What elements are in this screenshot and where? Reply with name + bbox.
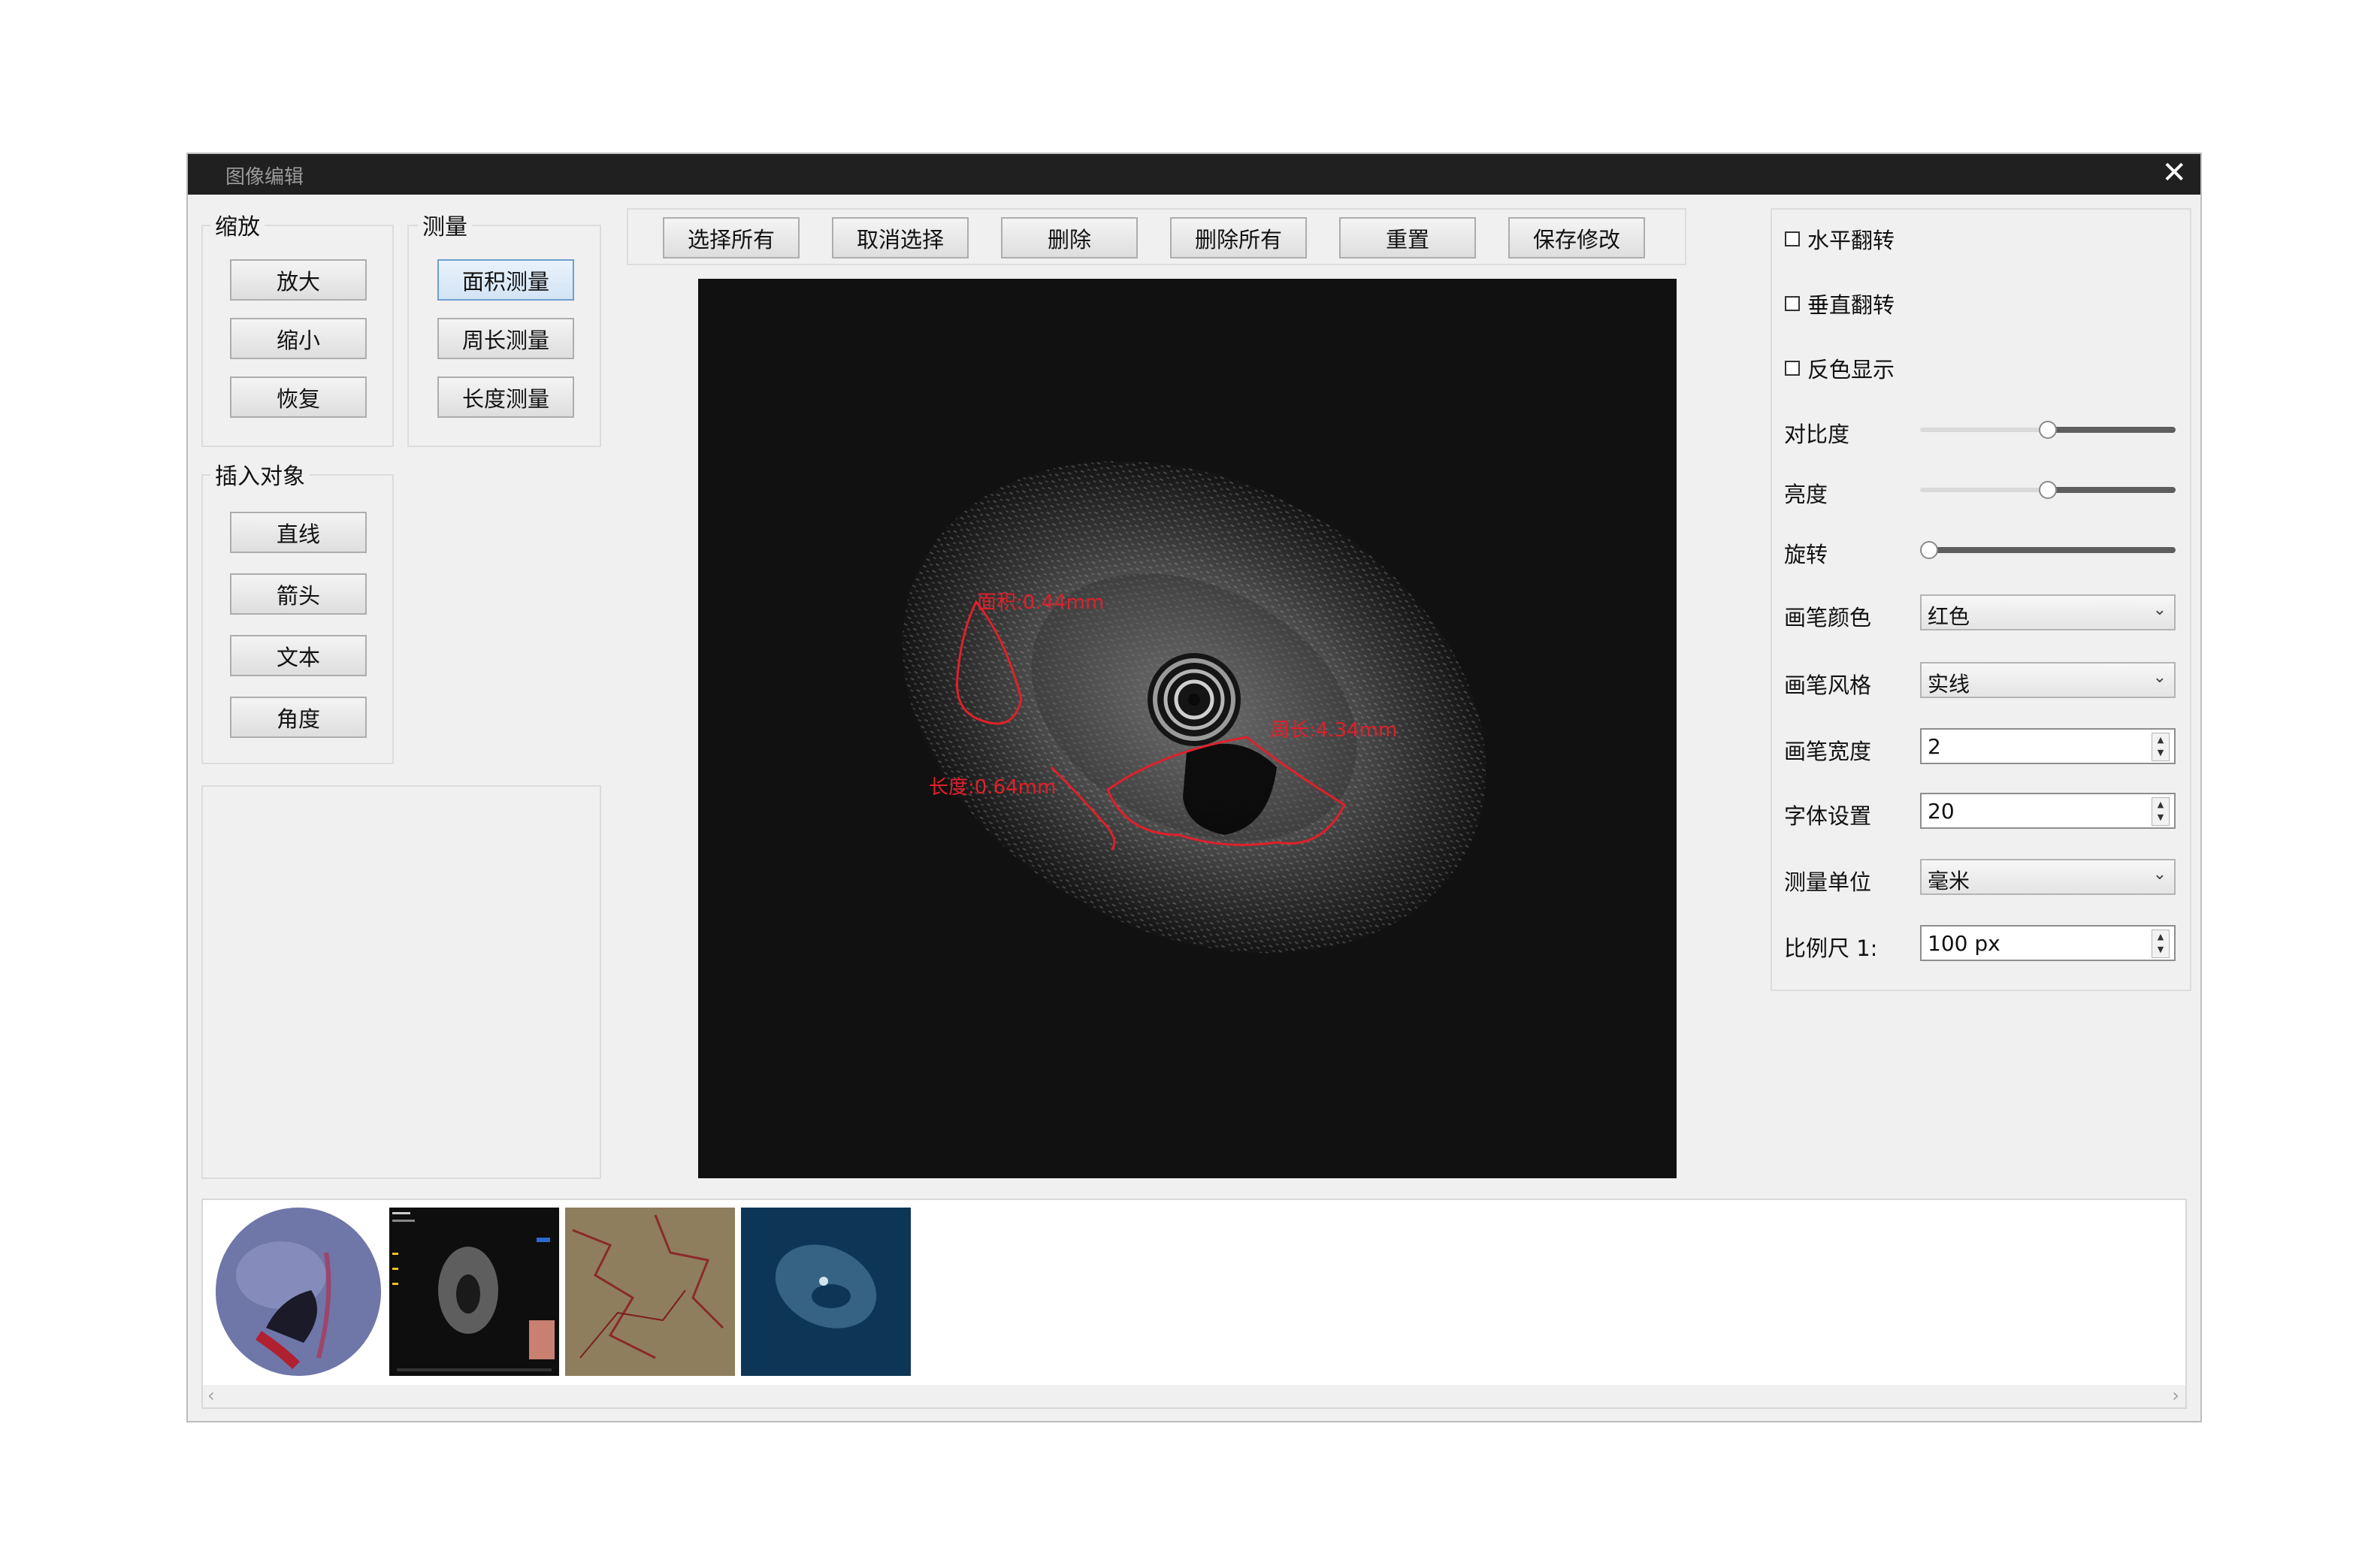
brightness-slider[interactable] — [1920, 479, 2176, 501]
pen-width-label: 画笔宽度 — [1784, 739, 1872, 764]
measure-unit-select[interactable]: 毫米 ⌄ — [1920, 859, 2176, 895]
insert-angle-button[interactable]: 角度 — [230, 697, 367, 738]
pen-color-label: 画笔颜色 — [1784, 605, 1872, 630]
length-annotation-label: 长度:0.64mm — [929, 776, 1057, 799]
measure-group-label: 测量 — [418, 208, 472, 241]
flip-vertical-label: 垂直翻转 — [1807, 292, 1895, 318]
horizontal-scrollbar[interactable]: ‹ › — [203, 1385, 2185, 1407]
close-icon[interactable]: ✕ — [2161, 156, 2187, 190]
chevron-down-icon: ⌄ — [2152, 600, 2167, 619]
thumbnail-endoscopy[interactable] — [213, 1208, 383, 1376]
pen-style-label: 画笔风格 — [1784, 673, 1872, 698]
area-annotation-label: 面积:0.44mm — [977, 591, 1105, 614]
pen-style-value: 实线 — [1928, 672, 1970, 697]
title-bar: 图像编辑 ✕ — [188, 154, 2200, 195]
thumbnail-strip: ‹ › — [201, 1199, 2187, 1409]
deselect-button[interactable]: 取消选择 — [832, 217, 969, 258]
rotation-slider[interactable] — [1920, 539, 2176, 561]
chevron-down-icon: ⌄ — [2152, 668, 2167, 687]
pen-color-value: 红色 — [1928, 604, 1970, 629]
font-size-value: 20 — [1928, 799, 1955, 824]
endoscopy-thumbnail-image — [213, 1208, 383, 1376]
ultrasound-blue-thumbnail-image — [741, 1208, 911, 1376]
insert-line-button[interactable]: 直线 — [230, 512, 367, 553]
perimeter-annotation-label: 周长:4.34mm — [1270, 719, 1398, 742]
spin-arrows-icon[interactable]: ▲ ▼ — [2152, 930, 2170, 958]
rotation-slider-thumb[interactable] — [1920, 541, 1938, 559]
flip-horizontal-checkbox[interactable]: 水平翻转 — [1785, 223, 1895, 255]
image-canvas[interactable]: 面积:0.44mm 周长:4.34mm 长度:0.64mm — [698, 279, 1677, 1178]
reset-button[interactable]: 重置 — [1339, 217, 1476, 258]
checkbox-box[interactable] — [1785, 361, 1800, 376]
insert-text-button[interactable]: 文本 — [230, 635, 367, 676]
chevron-right-icon[interactable]: › — [2172, 1385, 2179, 1406]
brightness-slider-thumb[interactable] — [2039, 481, 2057, 499]
contrast-label: 对比度 — [1784, 422, 1850, 447]
insert-arrow-button[interactable]: 箭头 — [230, 573, 367, 615]
zoom-in-button[interactable]: 放大 — [230, 259, 367, 301]
checkbox-box[interactable] — [1785, 296, 1800, 311]
checkbox-box[interactable] — [1785, 231, 1800, 246]
chevron-left-icon[interactable]: ‹ — [207, 1385, 215, 1406]
ultrasound-screen-thumbnail-image — [389, 1208, 559, 1376]
chevron-down-icon: ⌄ — [2152, 865, 2167, 884]
measure-unit-value: 毫米 — [1928, 869, 1970, 893]
thumbnail-mucosa[interactable] — [565, 1208, 735, 1376]
delete-button[interactable]: 删除 — [1001, 217, 1138, 258]
contrast-slider[interactable] — [1920, 419, 2176, 441]
rotation-label: 旋转 — [1784, 542, 1828, 567]
info-panel — [201, 785, 601, 1179]
invert-colors-label: 反色显示 — [1807, 357, 1895, 382]
zoom-reset-button[interactable]: 恢复 — [230, 376, 367, 418]
length-measure-button[interactable]: 长度测量 — [437, 376, 574, 418]
brightness-label: 亮度 — [1784, 482, 1828, 507]
thumbnail-ultrasound-blue[interactable] — [741, 1208, 911, 1376]
flip-horizontal-label: 水平翻转 — [1807, 228, 1895, 253]
insert-object-group-label: 插入对象 — [210, 458, 310, 491]
invert-colors-checkbox[interactable]: 反色显示 — [1785, 352, 1895, 384]
pen-width-spinbox[interactable]: 2 ▲ ▼ — [1920, 728, 2176, 764]
scale-label: 比例尺 1: — [1784, 936, 1878, 961]
spin-arrows-icon[interactable]: ▲ ▼ — [2152, 797, 2170, 826]
thumbnail-ultrasound-screen[interactable] — [389, 1208, 559, 1376]
window-title: 图像编辑 — [225, 166, 304, 189]
save-changes-button[interactable]: 保存修改 — [1508, 217, 1645, 258]
area-measure-button[interactable]: 面积测量 — [437, 259, 574, 301]
measure-unit-label: 测量单位 — [1784, 869, 1872, 895]
ultrasound-image — [902, 461, 1486, 954]
pen-color-select[interactable]: 红色 ⌄ — [1920, 594, 2176, 630]
font-size-spinbox[interactable]: 20 ▲ ▼ — [1920, 793, 2176, 829]
flip-vertical-checkbox[interactable]: 垂直翻转 — [1785, 288, 1895, 319]
select-all-button[interactable]: 选择所有 — [663, 217, 800, 258]
delete-all-button[interactable]: 删除所有 — [1170, 217, 1307, 258]
pen-style-select[interactable]: 实线 ⌄ — [1920, 662, 2176, 698]
spin-arrows-icon[interactable]: ▲ ▼ — [2152, 733, 2170, 761]
pen-width-value: 2 — [1928, 734, 1941, 759]
zoom-out-button[interactable]: 缩小 — [230, 318, 367, 359]
contrast-slider-thumb[interactable] — [2039, 421, 2057, 439]
font-size-label: 字体设置 — [1784, 803, 1872, 829]
mucosa-thumbnail-image — [565, 1208, 735, 1376]
scale-spinbox[interactable]: 100 px ▲ ▼ — [1920, 925, 2176, 961]
image-editor-window: 图像编辑 ✕ 缩放 放大 缩小 恢复 测量 面积测量 周长测量 长度测量 插入对… — [186, 153, 2202, 1422]
perimeter-measure-button[interactable]: 周长测量 — [437, 318, 574, 359]
zoom-group-label: 缩放 — [210, 208, 265, 241]
scale-value: 100 px — [1928, 931, 2000, 956]
